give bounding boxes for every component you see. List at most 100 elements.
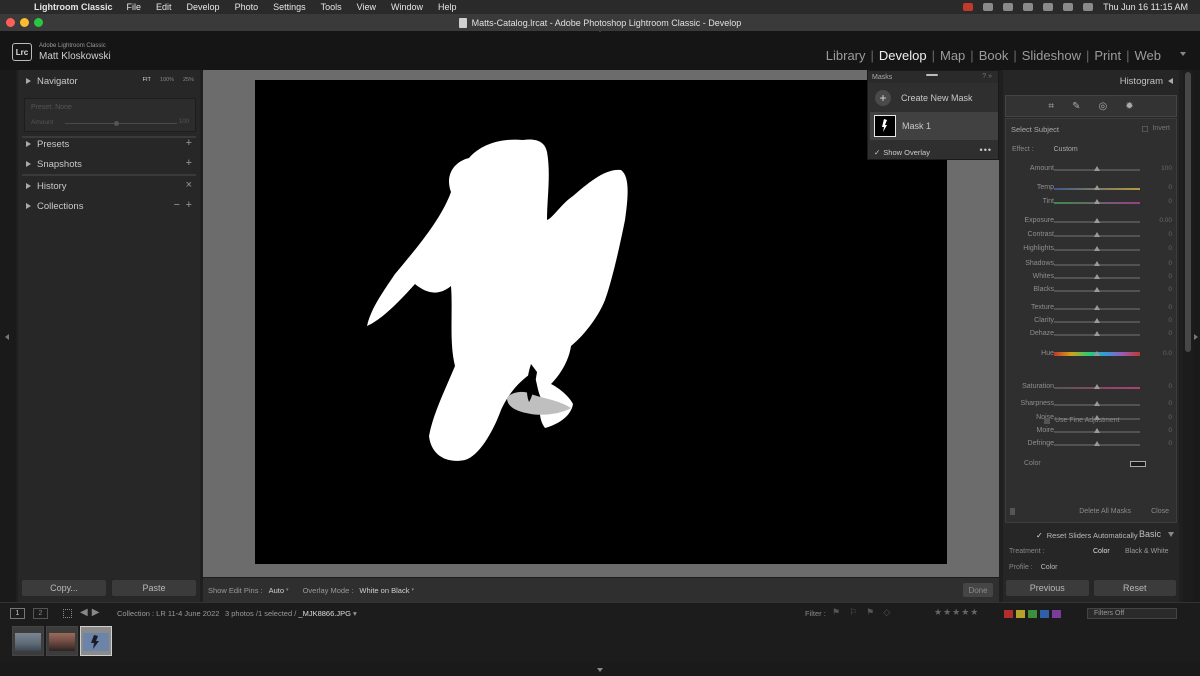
menu-app-name[interactable]: Lightroom Classic: [34, 2, 113, 12]
histogram-header[interactable]: Histogram: [1003, 70, 1179, 92]
invert-checkbox[interactable]: [1142, 125, 1149, 132]
color-label-red[interactable]: [1004, 610, 1013, 618]
menu-view[interactable]: View: [357, 2, 376, 12]
media-status-icon[interactable]: [1003, 3, 1014, 11]
battery-icon[interactable]: [1023, 3, 1034, 11]
module-develop[interactable]: Develop: [876, 48, 930, 63]
slider-row-contrast[interactable]: Contrast 0: [1006, 229, 1178, 241]
slider-value[interactable]: 0: [1168, 414, 1172, 421]
menu-tools[interactable]: Tools: [321, 2, 342, 12]
slider-row-tint[interactable]: Tint 0: [1006, 196, 1178, 208]
mask-overlay-photo[interactable]: [255, 80, 947, 564]
filmstrip-thumbnail[interactable]: [12, 626, 44, 656]
slider-knob[interactable]: [1094, 428, 1100, 433]
navigator-preview[interactable]: Preset: None Amount 100: [24, 98, 196, 132]
masks-panel-header[interactable]: Masks ?»: [868, 71, 998, 83]
history-header[interactable]: History ×: [18, 177, 200, 195]
chevron-down-icon[interactable]: ▾: [353, 609, 357, 618]
slider-value[interactable]: 0: [1168, 400, 1172, 407]
right-panel-toggle-icon[interactable]: [1194, 334, 1198, 340]
mask-icon[interactable]: ⌗: [1048, 101, 1054, 112]
slider-row-saturation[interactable]: Saturation 0: [1006, 381, 1178, 393]
fine-adjustment-row[interactable]: Use Fine Adjustment: [1044, 417, 1120, 424]
collections-header[interactable]: Collections − +: [18, 197, 200, 215]
slider-row-dehaze[interactable]: Dehaze 0: [1006, 328, 1178, 340]
close-window-button[interactable]: [6, 18, 15, 27]
paste-button[interactable]: Paste: [112, 580, 196, 596]
copy-button[interactable]: Copy...: [22, 580, 106, 596]
mask-list-item[interactable]: Mask 1: [870, 112, 998, 140]
create-new-mask-row[interactable]: + Create New Mask: [868, 86, 998, 110]
add-preset-icon[interactable]: +: [186, 137, 192, 149]
trash-icon[interactable]: [1010, 508, 1015, 515]
module-print[interactable]: Print: [1091, 48, 1124, 63]
slider-knob[interactable]: [1094, 441, 1100, 446]
slider-value[interactable]: 0: [1168, 383, 1172, 390]
slider-row-clarity[interactable]: Clarity 0: [1006, 315, 1178, 327]
module-slideshow[interactable]: Slideshow: [1019, 48, 1084, 63]
slider-value[interactable]: 0: [1168, 286, 1172, 293]
slider-knob[interactable]: [1094, 232, 1100, 237]
slider-row-blacks[interactable]: Blacks 0: [1006, 284, 1178, 296]
right-panel-scrollbar[interactable]: [1183, 70, 1193, 602]
record-status-icon[interactable]: [963, 3, 974, 11]
slider-row-shadows[interactable]: Shadows 0: [1006, 258, 1178, 270]
zoom-100-option[interactable]: 100%: [160, 77, 174, 83]
brush-icon[interactable]: ✎: [1072, 101, 1080, 112]
filmstrip-toggle-icon[interactable]: [597, 668, 603, 672]
plus-icon[interactable]: +: [875, 90, 891, 106]
show-edit-pins-select[interactable]: Auto: [269, 586, 284, 595]
module-web[interactable]: Web: [1132, 48, 1165, 63]
slider-row-defringe[interactable]: Defringe 0: [1006, 438, 1178, 450]
slider-knob[interactable]: [1094, 166, 1100, 171]
wifi-icon[interactable]: [1043, 3, 1054, 11]
add-snapshot-icon[interactable]: +: [186, 157, 192, 169]
slider-row-exposure[interactable]: Exposure 0.00: [1006, 215, 1178, 227]
previous-button[interactable]: Previous: [1006, 580, 1089, 596]
masks-panel-help-icon[interactable]: ?»: [982, 73, 994, 80]
slider-row-highlights[interactable]: Highlights 0: [1006, 243, 1178, 255]
clear-history-icon[interactable]: ×: [186, 179, 192, 191]
snapshots-header[interactable]: Snapshots +: [18, 155, 200, 173]
slider-knob[interactable]: [1094, 274, 1100, 279]
slider-knob[interactable]: [1094, 318, 1100, 323]
slider-value[interactable]: 0: [1168, 304, 1172, 311]
reset-button[interactable]: Reset: [1093, 580, 1176, 596]
slider-row-hue[interactable]: Hue 0.0: [1006, 348, 1178, 360]
basic-collapse-icon[interactable]: [1168, 532, 1174, 537]
slider-value[interactable]: 100: [1161, 165, 1172, 172]
slider-knob[interactable]: [1094, 246, 1100, 251]
menu-file[interactable]: File: [127, 2, 142, 12]
show-overlay-checkbox[interactable]: ✓: [874, 148, 880, 157]
histogram-collapse-icon[interactable]: [1168, 78, 1173, 84]
zoom-window-button[interactable]: [34, 18, 43, 27]
slider-knob[interactable]: [1094, 351, 1100, 356]
slider-row-moire[interactable]: Moire 0: [1006, 425, 1178, 437]
second-window-button[interactable]: 2: [33, 608, 48, 619]
mask-name[interactable]: Mask 1: [902, 121, 931, 131]
module-library[interactable]: Library: [823, 48, 869, 63]
flag-filter-icons[interactable]: ⚑⚐⚑◇: [832, 607, 899, 618]
slider-knob[interactable]: [1094, 261, 1100, 266]
star-rating-filter[interactable]: ★★★★★: [934, 607, 979, 618]
menu-settings[interactable]: Settings: [273, 2, 306, 12]
done-button[interactable]: Done: [963, 583, 993, 597]
minimize-window-button[interactable]: [20, 18, 29, 27]
color-swatch[interactable]: [1130, 461, 1146, 467]
menubar-clock[interactable]: Thu Jun 16 11:15 AM: [1103, 2, 1188, 12]
slider-knob[interactable]: [1094, 331, 1100, 336]
slider-knob[interactable]: [1094, 199, 1100, 204]
add-collection-icon[interactable]: +: [186, 199, 192, 211]
gear-icon[interactable]: ✹: [1125, 101, 1133, 112]
slider-value[interactable]: 0: [1168, 245, 1172, 252]
slider-value[interactable]: 0: [1168, 427, 1172, 434]
slider-value[interactable]: 0.0: [1163, 350, 1172, 357]
effect-row[interactable]: Effect : Custom: [1012, 146, 1078, 153]
filmstrip-thumbnail-selected[interactable]: [80, 626, 112, 656]
slider-knob[interactable]: [1094, 401, 1100, 406]
radial-icon[interactable]: ◎: [1098, 101, 1107, 112]
menu-photo[interactable]: Photo: [235, 2, 259, 12]
slider-knob[interactable]: [1094, 384, 1100, 389]
zoom-fit-option[interactable]: FIT: [143, 77, 151, 83]
module-map[interactable]: Map: [937, 48, 968, 63]
